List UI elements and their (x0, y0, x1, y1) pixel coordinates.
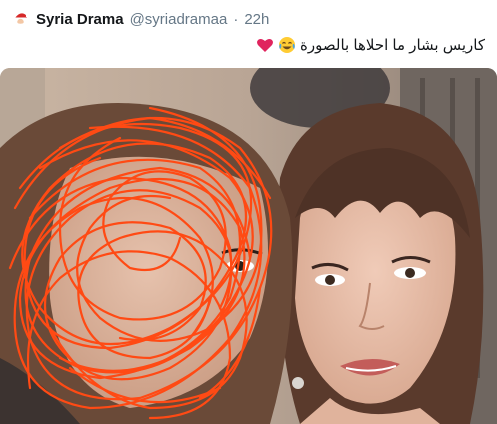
tweet-card: Syria Drama @syriadramaa · 22h كاريس بشا… (0, 0, 497, 424)
tweet-timestamp[interactable]: 22h (244, 11, 269, 28)
meta-separator: · (233, 10, 239, 28)
tears-of-joy-emoji (278, 36, 296, 54)
tweet-header: Syria Drama @syriadramaa · 22h (12, 8, 269, 30)
tweet-text: كاريس بشار ما احلاها بالصورة (256, 34, 485, 56)
santa-avatar-icon[interactable] (12, 10, 30, 28)
red-heart-emoji (256, 36, 274, 54)
tweet-text-body: كاريس بشار ما احلاها بالصورة (300, 37, 485, 54)
tweet-photo[interactable] (0, 68, 497, 424)
user-handle[interactable]: @syriadramaa (130, 11, 228, 28)
display-name[interactable]: Syria Drama (36, 11, 124, 28)
